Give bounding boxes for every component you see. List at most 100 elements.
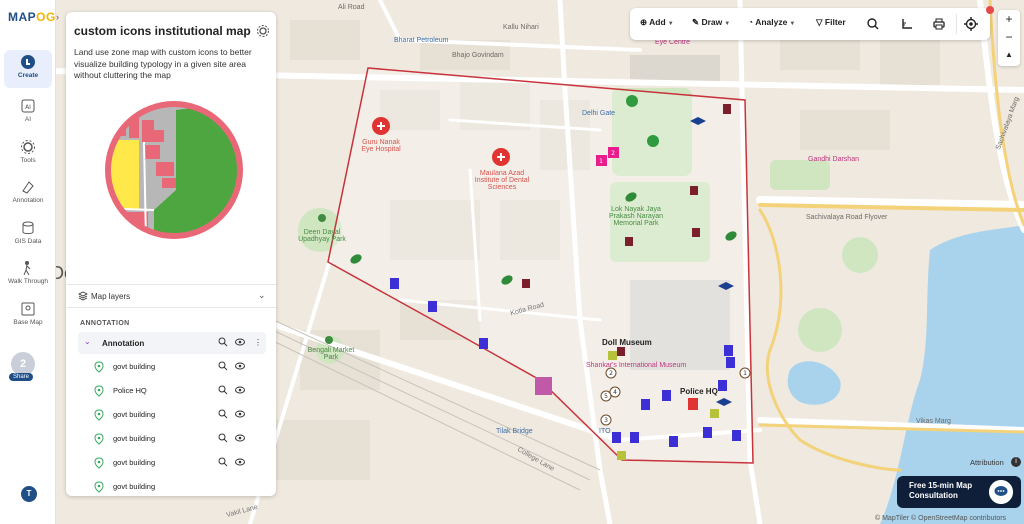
layer-item[interactable]: govt building [80, 356, 266, 378]
toolbar-divider [956, 14, 957, 34]
zoom-to-layer-icon[interactable] [218, 337, 228, 347]
ai-icon: AI [21, 99, 35, 113]
svg-text:5: 5 [604, 393, 608, 400]
left-rail: MAPOG Create AI AI Tools Annotation GIS … [0, 0, 56, 524]
tools-icon [21, 140, 35, 154]
svg-text:3: 3 [604, 417, 608, 424]
section-heading: ANNOTATION [80, 320, 130, 327]
chevron-down-icon: ⌄ [258, 290, 266, 300]
visibility-eye-icon[interactable] [235, 385, 245, 395]
rail-item-ai[interactable]: AI AI [4, 94, 52, 132]
layers-icon [78, 291, 88, 301]
map-label-lok-nayak: Lok Nayak Jaya Prakash Narayan Memorial … [608, 206, 664, 227]
zoom-to-layer-icon[interactable] [218, 409, 228, 419]
app-logo[interactable]: MAPOG [8, 10, 56, 24]
visibility-eye-icon[interactable] [235, 409, 245, 419]
layer-item-label: govt building [113, 410, 156, 419]
rail-item-label: AI [24, 116, 32, 123]
print-icon[interactable] [932, 17, 946, 31]
layer-item[interactable]: govt building [80, 476, 266, 496]
map-label-deen-dayal: Deen Dayal Upadhyay Park [298, 229, 346, 243]
svg-text:1: 1 [599, 158, 603, 165]
share-label[interactable]: Share [9, 373, 34, 381]
add-label: Add [649, 17, 666, 27]
gis-data-icon [22, 221, 34, 234]
locate-icon[interactable] [964, 17, 978, 31]
rail-item-tools[interactable]: Tools [4, 135, 52, 173]
app-root: 2 54 3 1 1 2 Ali Road Bharat Petroleum Kall… [0, 0, 1024, 524]
caret-down-icon: ▼ [667, 21, 674, 27]
map-label-sachivalaya: Sachivalaya Road Flyover [806, 214, 888, 221]
layer-item-label: govt building [113, 434, 156, 443]
map-copyright[interactable]: © MapTiler © OpenStreetMap contributors [875, 515, 1006, 522]
svg-text:2: 2 [609, 370, 613, 377]
annotation-group-row[interactable]: ⌄ Annotation ⋮ [78, 332, 266, 354]
map-label-eye-centre: Eye Centre [655, 39, 691, 46]
layer-item-label: govt building [113, 362, 156, 371]
visibility-eye-icon[interactable] [235, 457, 245, 467]
map-pin-icon [94, 361, 104, 373]
zoom-in-button[interactable]: + [998, 10, 1020, 28]
layer-item[interactable]: govt building [80, 404, 266, 426]
zoom-to-layer-icon[interactable] [218, 457, 228, 467]
analyze-label: Analyze [755, 17, 788, 27]
collapse-panel-chevron-icon[interactable]: › [56, 12, 64, 28]
layer-item[interactable]: govt building [80, 428, 266, 450]
rail-item-label: Walk Through [7, 278, 49, 285]
analyze-button[interactable]: ◔ Analyze ▼ [748, 17, 795, 27]
map-pin-icon [94, 481, 104, 493]
info-icon[interactable]: i [1011, 457, 1021, 467]
draw-label: Draw [701, 17, 723, 27]
map-pin-icon [94, 433, 104, 445]
rail-item-label: GIS Data [14, 238, 42, 245]
layer-item[interactable]: Police HQ [80, 380, 266, 402]
map-label-guru-nanak: Guru Nanak Eye Hospital [361, 139, 401, 153]
filter-label: Filter [824, 17, 846, 27]
annotation-icon [22, 181, 34, 194]
map-label-police-hq: Police HQ [680, 387, 718, 396]
rail-item-create[interactable]: Create [4, 50, 52, 88]
visibility-eye-icon[interactable] [235, 361, 245, 371]
zoom-control: + − ▲ [998, 10, 1020, 66]
gear-icon[interactable] [256, 24, 270, 38]
zoom-out-button[interactable]: − [998, 28, 1020, 46]
layer-item[interactable]: govt building [80, 452, 266, 474]
measure-icon[interactable] [900, 17, 914, 31]
rail-item-annotation[interactable]: Annotation [4, 175, 52, 213]
more-options-icon[interactable]: ⋮ [254, 338, 262, 347]
map-label-maulana-azad: Maulana Azad Institute of Dental Science… [474, 170, 530, 191]
rail-item-base-map[interactable]: Base Map [4, 297, 52, 335]
map-label-bhajo-govindam: Bhajo Govindam [452, 52, 504, 59]
compass-button[interactable]: ▲ [998, 46, 1020, 64]
svg-text:1: 1 [743, 370, 747, 377]
map-toolbar: ⊕ Add ▼ ✎ Draw ▼ ◔ Analyze ▼ ▽ Filter [630, 8, 990, 40]
map-label-delhi-gate: Delhi Gate [582, 110, 616, 117]
rail-item-gis-data[interactable]: GIS Data [4, 216, 52, 254]
avatar[interactable]: T [21, 486, 37, 502]
map-layers-toggle[interactable]: Map layers ⌄ [66, 284, 276, 308]
map-consultation-button[interactable]: Free 15-min Map Consultation [897, 476, 1021, 508]
map-label-tilak-bridge: Tilak Bridge [496, 428, 533, 435]
add-button[interactable]: ⊕ Add ▼ [640, 17, 674, 28]
rail-item-walk-through[interactable]: Walk Through [4, 256, 52, 294]
visibility-eye-icon[interactable] [235, 337, 245, 347]
map-thumbnail [105, 101, 243, 239]
filter-button[interactable]: ▽ Filter [816, 17, 846, 28]
map-label-ali-road: Ali Road [338, 4, 365, 11]
zoom-to-layer-icon[interactable] [218, 361, 228, 371]
logo-prefix: MAP [8, 10, 37, 24]
attribution-label[interactable]: Attribution [970, 458, 1004, 467]
create-icon [21, 55, 35, 69]
consult-label: Free 15-min Map Consultation [909, 481, 973, 500]
chat-icon[interactable] [989, 480, 1013, 504]
search-icon[interactable] [866, 17, 880, 31]
map-layers-label: Map layers [91, 292, 131, 301]
chevron-down-icon[interactable]: ⌄ [84, 337, 91, 346]
map-pin-icon [94, 385, 104, 397]
draw-button[interactable]: ✎ Draw ▼ [692, 17, 730, 28]
zoom-to-layer-icon[interactable] [218, 385, 228, 395]
visibility-eye-icon[interactable] [235, 433, 245, 443]
zoom-to-layer-icon[interactable] [218, 433, 228, 443]
base-map-icon [21, 302, 35, 316]
svg-text:4: 4 [613, 389, 617, 396]
